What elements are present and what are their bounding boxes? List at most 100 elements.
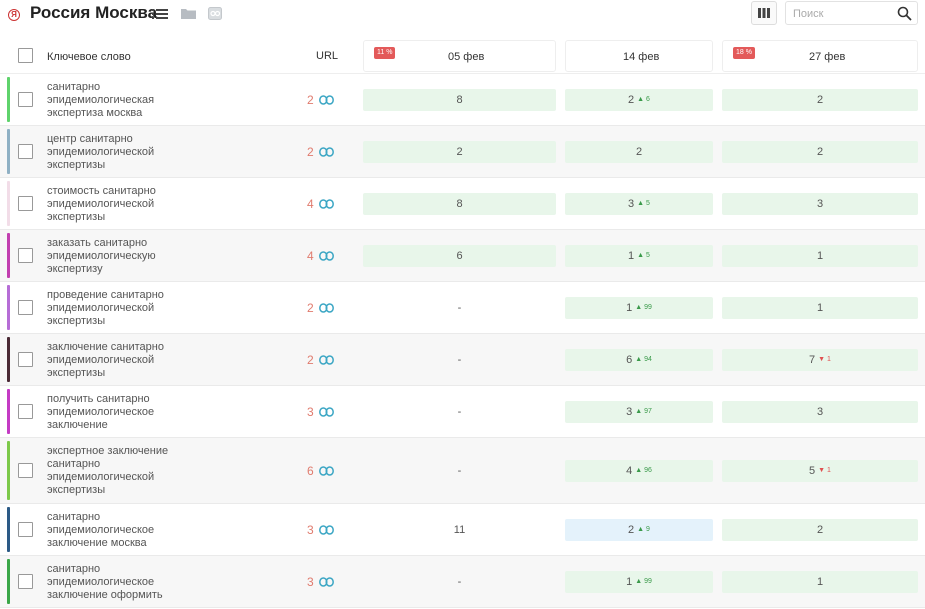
position-value: 2 (635, 146, 643, 158)
search-box (785, 1, 918, 25)
position-value: 2 (816, 524, 824, 536)
link-icon[interactable] (319, 147, 334, 157)
position-value: 7 (809, 354, 816, 366)
url-count[interactable]: 3 (307, 405, 314, 419)
position-value: 2 (816, 94, 824, 106)
url-count[interactable]: 2 (307, 353, 314, 367)
search-input[interactable] (793, 6, 888, 22)
row-checkbox[interactable] (18, 463, 33, 478)
positions-table: Ключевое слово URL 11 % 05 фев 14 фев 18… (0, 36, 925, 608)
row-checkbox[interactable] (18, 144, 33, 159)
position-cell: 1 (722, 297, 918, 319)
position-change-value: 9 (644, 526, 650, 533)
table-row: центр санитарно эпидемиологической эксперт… (0, 126, 925, 178)
keyword-line: эпидемиологической (47, 471, 155, 483)
keyword-text[interactable]: проведение санитарно эпидемиологической эк… (47, 289, 164, 328)
row-checkbox[interactable] (18, 300, 33, 315)
columns-icon (758, 8, 770, 18)
position-value: 2 (628, 524, 635, 536)
keyword-line: проведение санитарно (47, 288, 164, 301)
keyword-text[interactable]: центр санитарно эпидемиологической эксперт… (47, 133, 154, 172)
folder-icon[interactable] (181, 8, 196, 19)
keyword-text[interactable]: заказать санитарно эпидемиологическую эксп… (47, 237, 156, 276)
keyword-text[interactable]: санитарно эпидемиологическое заключение оф… (47, 563, 163, 602)
position-value: 3 (816, 406, 824, 418)
position-cell: 6 (363, 245, 556, 267)
yandex-icon: Я (8, 9, 20, 21)
position-value: 11 (453, 524, 466, 536)
url-count[interactable]: 3 (307, 575, 314, 589)
visibility-badge: 11 % (374, 47, 396, 59)
url-count[interactable]: 2 (307, 301, 314, 315)
keyword-line: заказать санитарно (47, 236, 148, 249)
keyword-line: заключение оформить (47, 588, 163, 601)
keyword-text[interactable]: экспертное заключение санитарно эпидемиоло… (47, 445, 168, 497)
position-cell: - (363, 571, 556, 593)
position-cell: 1 ▲ 99 (565, 571, 713, 593)
list-icon[interactable] (152, 8, 168, 20)
select-all-checkbox[interactable] (18, 48, 33, 63)
date-label: 05 фев (448, 51, 485, 63)
url-count[interactable]: 4 (307, 197, 314, 211)
row-checkbox[interactable] (18, 248, 33, 263)
position-value: 3 (626, 406, 633, 418)
link-icon[interactable] (319, 199, 334, 209)
link-icon[interactable] (319, 303, 334, 313)
url-count[interactable]: 3 (307, 523, 314, 537)
link-icon[interactable] (319, 525, 334, 535)
position-cell: 2 (565, 141, 713, 163)
position-value: 8 (456, 198, 463, 210)
row-checkbox[interactable] (18, 574, 33, 589)
row-checkbox[interactable] (18, 92, 33, 107)
keyword-color-bar (7, 233, 10, 278)
keyword-text[interactable]: заключение санитарно эпидемиологической эк… (47, 341, 164, 380)
table-header: Ключевое слово URL 11 % 05 фев 14 фев 18… (0, 36, 925, 74)
table-row: санитарно эпидемиологическая экспертиза мо… (0, 74, 925, 126)
keyword-color-bar (7, 285, 10, 330)
link-icon[interactable] (319, 466, 334, 476)
url-count[interactable]: 4 (307, 249, 314, 263)
url-count[interactable]: 2 (307, 93, 314, 107)
url-count[interactable]: 6 (307, 464, 314, 478)
keyword-text[interactable]: санитарно эпидемиологическая экспертиза мо… (47, 81, 154, 120)
search-icon[interactable] (897, 6, 912, 21)
columns-button[interactable] (751, 1, 777, 25)
url-column-header[interactable]: URL (316, 50, 338, 62)
row-checkbox[interactable] (18, 196, 33, 211)
row-checkbox[interactable] (18, 352, 33, 367)
position-value: 1 (628, 250, 635, 262)
keyword-text[interactable]: стоимость санитарно эпидемиологической экс… (47, 185, 156, 224)
date-column-header[interactable]: 14 фев (565, 40, 713, 72)
position-value: - (457, 406, 462, 418)
link-icon[interactable] (319, 95, 334, 105)
position-value: - (457, 302, 462, 314)
position-value: 1 (626, 576, 633, 588)
row-checkbox[interactable] (18, 404, 33, 419)
position-cell: 3 (722, 401, 918, 423)
position-cell: 1 ▲ 99 (565, 297, 713, 319)
position-cell: 1 ▲ 5 (565, 245, 713, 267)
keyword-column-header[interactable]: Ключевое слово (47, 51, 131, 63)
seo-icon[interactable] (208, 7, 222, 20)
link-icon[interactable] (319, 577, 334, 587)
keyword-line: эпидемиологическая (47, 93, 155, 106)
link-icon[interactable] (319, 407, 334, 417)
position-value: - (457, 465, 462, 477)
keyword-color-bar (7, 559, 10, 604)
keyword-line: экспертизы (47, 314, 106, 327)
position-change-value: 99 (642, 304, 652, 311)
position-change-value: 5 (644, 200, 650, 207)
date-column-header[interactable]: 11 % 05 фев (363, 40, 556, 72)
url-count[interactable]: 2 (307, 145, 314, 159)
date-column-header[interactable]: 18 % 27 фев (722, 40, 918, 72)
row-checkbox[interactable] (18, 522, 33, 537)
link-icon[interactable] (319, 355, 334, 365)
keyword-line: эпидемиологической (47, 353, 155, 366)
date-label: 27 фев (809, 51, 846, 63)
keyword-line: экспертизы (47, 210, 106, 223)
keyword-text[interactable]: санитарно эпидемиологическое заключение мо… (47, 511, 154, 550)
table-row: заказать санитарно эпидемиологическую эксп… (0, 230, 925, 282)
link-icon[interactable] (319, 251, 334, 261)
position-change-value: 1 (825, 356, 831, 363)
keyword-text[interactable]: получить санитарно эпидемиологическое закл… (47, 393, 154, 432)
